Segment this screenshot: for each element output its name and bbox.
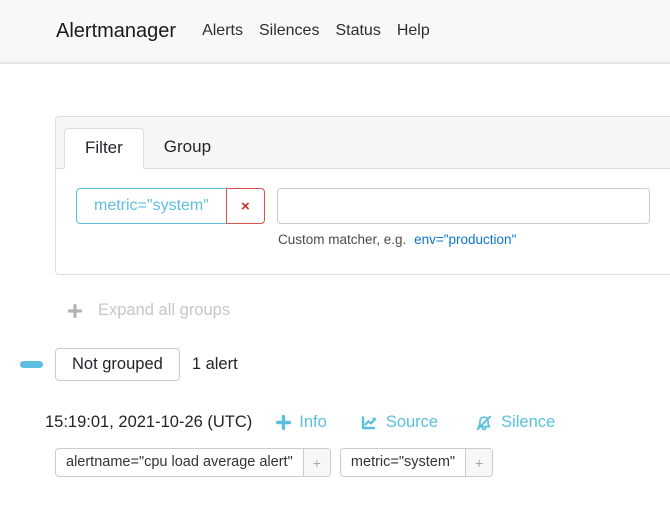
label-text: alertname="cpu load average alert" xyxy=(56,449,303,476)
navbar: Alertmanager Alerts Silences Status Help xyxy=(0,0,670,64)
filter-group-card: Filter Group metric="system" × Custom ma… xyxy=(55,116,670,275)
tab-filter[interactable]: Filter xyxy=(64,128,144,169)
group-name-button[interactable]: Not grouped xyxy=(55,348,180,381)
tab-group[interactable]: Group xyxy=(144,128,231,168)
alert-labels: alertname="cpu load average alert" + met… xyxy=(0,448,670,477)
nav-item-silences[interactable]: Silences xyxy=(259,22,319,40)
bell-slash-icon xyxy=(475,415,493,431)
plus-icon: + xyxy=(313,455,321,471)
alert-info-button[interactable]: Info xyxy=(276,413,327,432)
matcher-row: metric="system" × xyxy=(76,188,650,224)
plus-icon xyxy=(68,304,82,318)
group-header: Not grouped 1 alert xyxy=(0,348,670,381)
alert-silence-button[interactable]: Silence xyxy=(475,413,555,432)
add-filter-button[interactable]: + xyxy=(465,449,492,476)
alert-source-link[interactable]: Source xyxy=(361,413,438,432)
collapse-group-button[interactable] xyxy=(20,361,43,368)
filter-body: metric="system" × Custom matcher, e.g. e… xyxy=(56,169,670,274)
custom-matcher-input[interactable] xyxy=(277,188,650,224)
label-chip: metric="system" + xyxy=(340,448,493,477)
nav-item-help[interactable]: Help xyxy=(397,22,430,40)
matcher-remove-button[interactable]: × xyxy=(226,188,265,224)
add-filter-button[interactable]: + xyxy=(303,449,330,476)
expand-all-groups-button[interactable]: Expand all groups xyxy=(0,301,670,320)
main-content: Filter Group metric="system" × Custom ma… xyxy=(0,116,670,477)
expand-all-groups-label: Expand all groups xyxy=(98,301,230,320)
close-icon: × xyxy=(241,198,250,215)
alert-item: 15:19:01, 2021-10-26 (UTC) Info Source xyxy=(0,413,670,432)
filter-tabs: Filter Group xyxy=(56,117,670,169)
plus-icon: + xyxy=(475,455,483,471)
matcher-example-link[interactable]: env="production" xyxy=(414,232,516,247)
nav-item-status[interactable]: Status xyxy=(335,22,380,40)
alert-timestamp: 15:19:01, 2021-10-26 (UTC) xyxy=(45,413,252,432)
app-brand[interactable]: Alertmanager xyxy=(56,20,176,43)
chart-line-icon xyxy=(361,415,378,431)
matcher-edit-button[interactable]: metric="system" xyxy=(76,188,227,224)
label-text: metric="system" xyxy=(341,449,465,476)
nav-item-alerts[interactable]: Alerts xyxy=(202,22,243,40)
plus-icon xyxy=(276,415,291,430)
group-alert-count: 1 alert xyxy=(192,355,238,374)
label-chip: alertname="cpu load average alert" + xyxy=(55,448,331,477)
matcher-chip: metric="system" × xyxy=(76,188,265,224)
matcher-helper-text: Custom matcher, e.g. env="production" xyxy=(278,232,650,247)
